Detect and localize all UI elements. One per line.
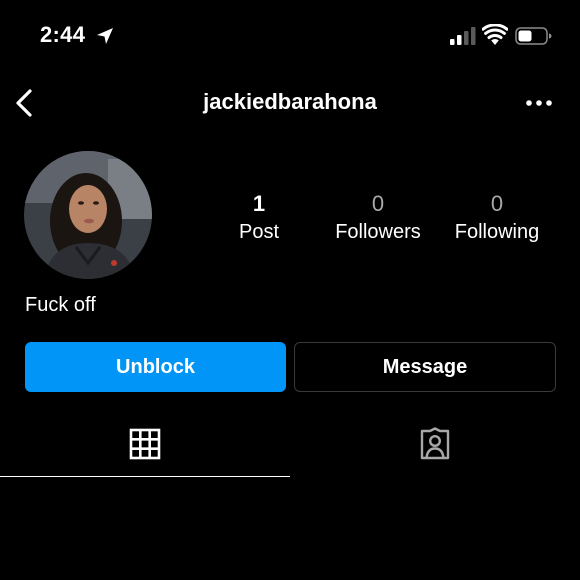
profile-username: jackiedbarahona [203, 89, 377, 114]
following-count: 0 [490, 191, 504, 216]
grid-icon [129, 428, 161, 460]
more-options-icon[interactable] [524, 92, 554, 114]
posts-stat: 1 Post [199, 190, 319, 246]
profile-bio: Fuck off [25, 294, 96, 316]
posts-count: 1 [252, 191, 266, 216]
location-arrow-icon [97, 28, 113, 44]
cellular-signal-icon [450, 27, 476, 45]
followers-label: Followers [335, 221, 421, 243]
tagged-person-icon [420, 427, 450, 460]
following-label: Following [454, 221, 540, 243]
wifi-icon [482, 24, 508, 45]
followers-count: 0 [371, 191, 385, 216]
following-stat[interactable]: 0 Following [437, 190, 557, 246]
battery-icon [515, 27, 552, 45]
tab-tagged[interactable] [290, 412, 580, 476]
status-time: 2:44 [40, 22, 86, 47]
unblock-button[interactable]: Unblock [25, 342, 286, 392]
message-button[interactable]: Message [294, 342, 556, 392]
profile-avatar[interactable] [24, 151, 152, 279]
tab-posts-grid[interactable] [0, 412, 290, 477]
posts-label: Post [238, 221, 280, 243]
avatar-photo [24, 151, 152, 279]
status-bar: 2:44 [0, 0, 580, 72]
followers-stat[interactable]: 0 Followers [318, 190, 438, 246]
